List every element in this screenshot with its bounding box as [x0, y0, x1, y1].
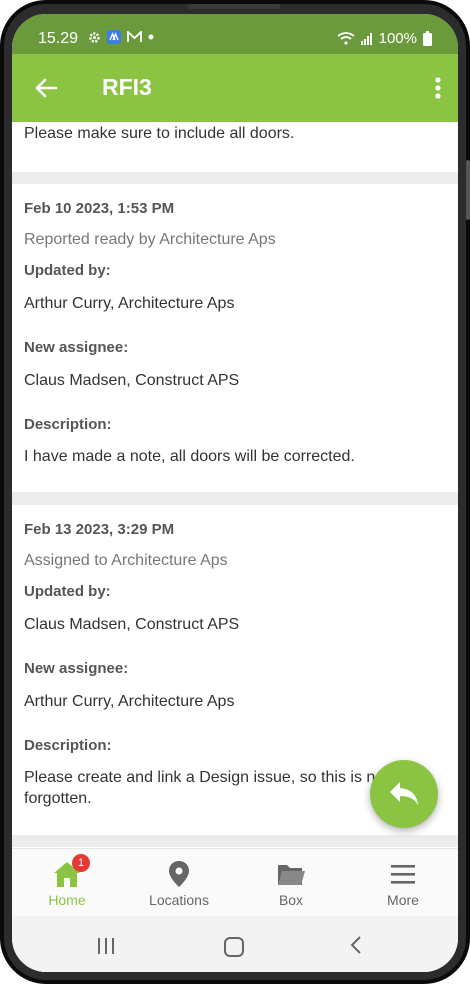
updated-by-value: Arthur Curry, Architecture Aps	[24, 295, 235, 312]
folder-icon	[278, 865, 305, 885]
description-value: Please create and link a Design issue, s…	[24, 769, 389, 807]
status-bar: 15.29 100%	[12, 14, 458, 54]
entry-date: Feb 13 2023, 3:29 PM	[24, 521, 175, 538]
volume-button	[466, 160, 470, 220]
entry-status: Assigned to Architecture Aps	[24, 552, 228, 569]
hamburger-menu-icon	[391, 865, 415, 884]
system-navigation-bar	[12, 916, 458, 972]
battery-percent: 100%	[378, 30, 417, 47]
description-label: Description:	[24, 416, 112, 433]
phone-screen: 15.29 100% RFI3 Please make sure to incl…	[12, 14, 458, 972]
history-card: Feb 10 2023, 1:53 PM Reported ready by A…	[12, 184, 458, 492]
updated-by-label: Updated by:	[24, 262, 111, 279]
previous-description: Please make sure to include all doors.	[24, 125, 295, 142]
battery-icon	[423, 31, 432, 46]
new-assignee-value: Arthur Curry, Architecture Aps	[24, 693, 235, 710]
description-label: Description:	[24, 737, 112, 754]
signal-icon	[360, 32, 372, 45]
updated-by-value: Claus Madsen, Construct APS	[24, 616, 240, 633]
nav-more-label: More	[387, 892, 419, 908]
nav-home[interactable]: 1 Home	[12, 849, 122, 917]
recent-apps-icon[interactable]	[96, 938, 116, 954]
system-home-icon[interactable]	[224, 937, 244, 957]
notification-icons	[88, 30, 154, 44]
history-list[interactable]: Please make sure to include all doors. F…	[12, 122, 458, 848]
new-assignee-value: Claus Madsen, Construct APS	[24, 372, 240, 389]
new-assignee-label: New assignee:	[24, 339, 129, 356]
nav-locations-label: Locations	[149, 892, 209, 908]
history-card-previous: Please make sure to include all doors.	[12, 122, 458, 172]
nav-locations[interactable]: Locations	[124, 849, 234, 917]
gear-icon	[89, 31, 100, 43]
page-title: RFI3	[102, 74, 152, 100]
wifi-icon	[337, 32, 355, 45]
location-pin-icon	[169, 861, 189, 887]
speaker-grille	[188, 4, 280, 9]
nav-more[interactable]: More	[348, 849, 458, 917]
bottom-navigation: 1 Home Locations Box More	[12, 848, 458, 917]
entry-date: Feb 10 2023, 1:53 PM	[24, 200, 175, 217]
system-back-icon[interactable]	[350, 936, 362, 954]
nav-home-label: Home	[48, 892, 86, 908]
nav-box-label: Box	[278, 892, 304, 908]
updated-by-label: Updated by:	[24, 583, 111, 600]
app-notification-icon	[107, 30, 121, 44]
app-bar: RFI3	[12, 54, 458, 122]
reply-icon	[390, 782, 418, 805]
nav-box[interactable]: Box	[236, 849, 346, 917]
entry-status: Reported ready by Architecture Aps	[24, 231, 276, 248]
overflow-menu-icon[interactable]	[430, 74, 446, 102]
status-time: 15.29	[38, 30, 79, 47]
back-arrow-icon[interactable]	[32, 74, 60, 102]
notification-badge: 1	[72, 854, 90, 872]
new-assignee-label: New assignee:	[24, 660, 129, 677]
reply-button[interactable]	[370, 760, 438, 828]
description-value: I have made a note, all doors will be co…	[24, 448, 355, 465]
mail-icon	[127, 31, 142, 42]
status-right: 100%	[337, 30, 432, 47]
dot-icon	[148, 34, 154, 40]
